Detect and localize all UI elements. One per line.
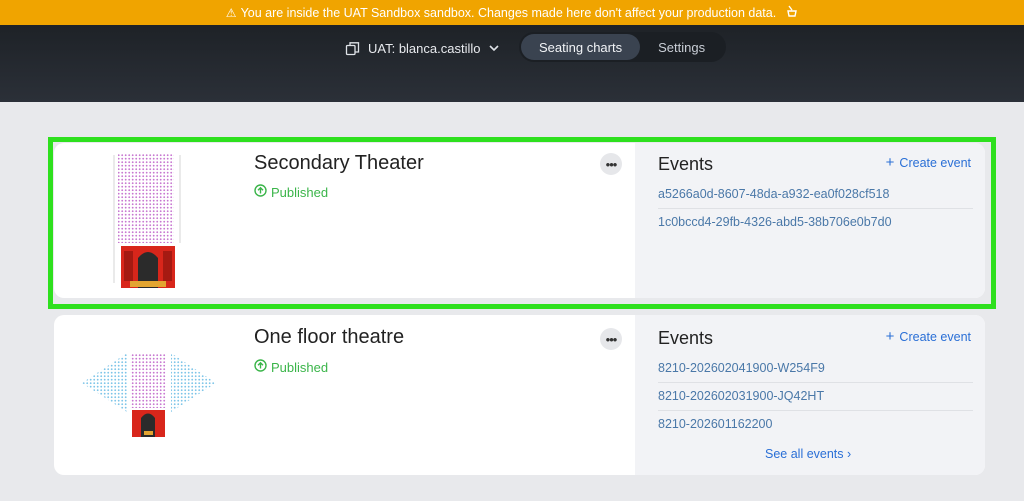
more-options-button[interactable]: •••	[600, 328, 622, 350]
workspace-name: UAT: blanca.castillo	[368, 40, 481, 56]
create-event-button[interactable]: + Create event	[886, 329, 971, 344]
chevron-down-icon	[488, 42, 500, 54]
create-event-label: Create event	[899, 155, 971, 170]
tab-settings[interactable]: Settings	[640, 34, 723, 60]
top-bar: UAT: blanca.castillo Seating charts Sett…	[0, 25, 1024, 102]
event-link[interactable]: 8210-202602041900-W254F9	[658, 361, 973, 383]
event-link[interactable]: 8210-202601162200	[658, 417, 973, 438]
warning-icon: ⚠	[225, 5, 237, 20]
events-panel: Events + Create event a5266a0d-8607-48da…	[635, 143, 985, 298]
chart-card[interactable]: One floor theatre Published ••• Events +…	[54, 315, 985, 475]
status-text: Published	[271, 184, 329, 200]
workspace-selector[interactable]: UAT: blanca.castillo	[345, 38, 500, 58]
sweep-icon[interactable]	[786, 5, 798, 20]
see-all-events-label: See all events	[765, 447, 844, 461]
see-all-events-link[interactable]: See all events ›	[765, 447, 851, 461]
events-title: Events	[658, 154, 714, 174]
event-link[interactable]: 1c0bccd4-29fb-4326-abd5-38b706e0b7d0	[658, 215, 973, 236]
events-title: Events	[658, 328, 714, 348]
sandbox-banner: ⚠ You are inside the UAT Sandbox sandbox…	[0, 0, 1024, 25]
chart-title[interactable]: Secondary Theater	[254, 152, 424, 175]
copy-icon	[345, 41, 360, 56]
event-link[interactable]: a5266a0d-8607-48da-a932-ea0f028cf518	[658, 187, 973, 209]
event-link[interactable]: 8210-202602031900-JQ42HT	[658, 389, 973, 411]
create-event-label: Create event	[899, 329, 971, 344]
more-options-button[interactable]: •••	[600, 153, 622, 175]
published-icon	[254, 184, 267, 200]
chevron-right-icon: ›	[847, 447, 852, 461]
sandbox-banner-text: You are inside the UAT Sandbox sandbox. …	[240, 5, 777, 20]
chart-thumbnail[interactable]	[54, 143, 244, 298]
plus-icon: +	[885, 328, 895, 345]
published-icon	[254, 359, 267, 375]
chart-title[interactable]: One floor theatre	[254, 326, 404, 349]
chart-thumbnail[interactable]	[54, 315, 244, 475]
main-tabs: Seating charts Settings	[519, 32, 726, 62]
status-badge: Published	[254, 184, 328, 200]
create-event-button[interactable]: + Create event	[886, 155, 971, 170]
tab-seating-charts[interactable]: Seating charts	[521, 34, 641, 60]
status-text: Published	[271, 359, 329, 375]
events-panel: Events + Create event 8210-202602041900-…	[635, 315, 985, 475]
plus-icon: +	[885, 154, 895, 171]
status-badge: Published	[254, 359, 328, 375]
chart-card[interactable]: Secondary Theater Published ••• Events +…	[54, 143, 985, 298]
